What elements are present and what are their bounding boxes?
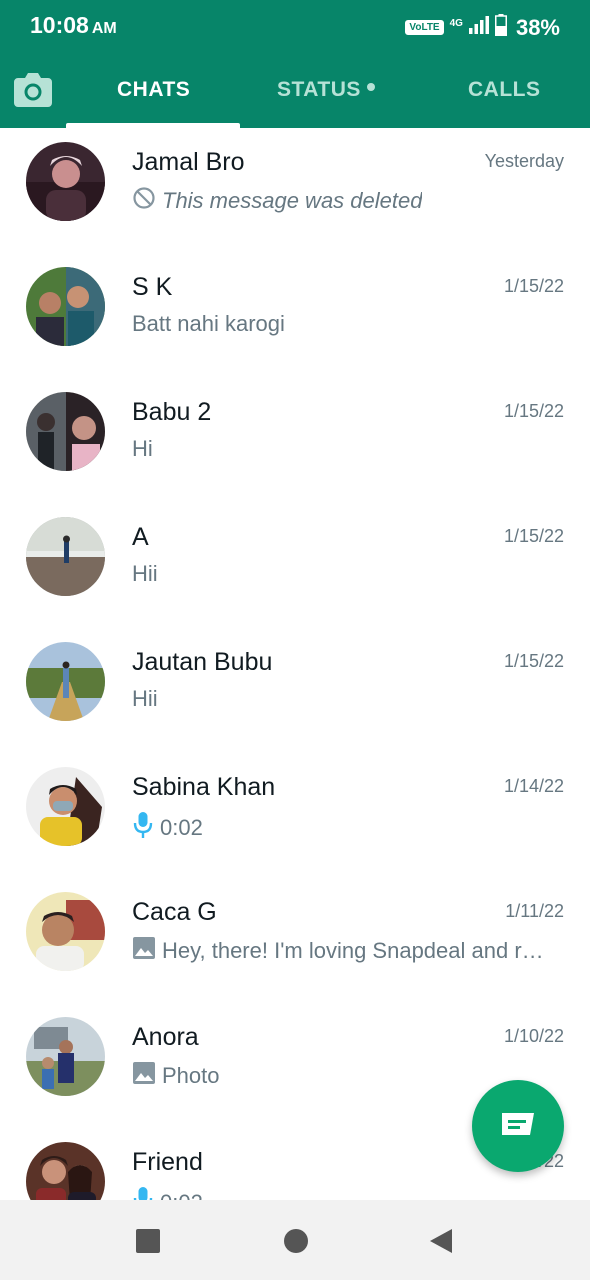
- avatar[interactable]: [26, 767, 105, 846]
- system-nav-bar: [0, 1200, 590, 1280]
- chat-preview-text: 0:02: [160, 1190, 203, 1200]
- avatar[interactable]: [26, 1017, 105, 1096]
- avatar[interactable]: [26, 517, 105, 596]
- mic-icon: [132, 811, 154, 845]
- avatar[interactable]: [26, 1142, 105, 1200]
- deleted-icon: [132, 186, 156, 216]
- chat-name: Jamal Bro: [132, 148, 245, 176]
- chat-date: 1/15/22: [503, 526, 564, 546]
- chat-row[interactable]: Caca G 1/11/22 Hey, there! I'm loving Sn…: [0, 878, 590, 1003]
- battery-percent: 38%: [515, 14, 560, 40]
- image-icon: [132, 936, 156, 966]
- chat-date: 1/15/22: [503, 276, 564, 296]
- camera-icon[interactable]: [12, 70, 54, 110]
- chat-date: 1/10/22: [503, 1026, 564, 1046]
- chat-date: 1/14/22: [503, 776, 564, 796]
- avatar[interactable]: [26, 267, 105, 346]
- chat-row[interactable]: Jautan Bubu 1/15/22 Hii: [0, 628, 590, 753]
- status-update-dot: [366, 83, 375, 92]
- chat-preview-text: Hii: [132, 561, 158, 586]
- avatar[interactable]: [26, 142, 105, 221]
- chat-preview: This message was deleted: [132, 186, 552, 216]
- chat-preview: Hii: [132, 686, 552, 712]
- battery-icon: [494, 14, 507, 41]
- chat-name: Anora: [132, 1023, 199, 1051]
- chat-row[interactable]: A 1/15/22 Hii: [0, 503, 590, 628]
- tab-chats[interactable]: CHATS: [117, 78, 190, 102]
- back-icon[interactable]: [428, 1228, 454, 1259]
- chat-name: Sabina Khan: [132, 773, 276, 801]
- recents-icon[interactable]: [135, 1228, 161, 1259]
- tab-calls[interactable]: CALLS: [468, 78, 541, 102]
- chat-name: Jautan Bubu: [132, 648, 273, 676]
- chat-preview: 0:02: [132, 1186, 552, 1200]
- chat-preview-text: Batt nahi karogi: [132, 311, 285, 336]
- avatar[interactable]: [26, 642, 105, 721]
- status-bar: 10:08 AM VoLTE 4G 38%: [0, 0, 590, 52]
- chat-row[interactable]: Jamal Bro Yesterday This message was del…: [0, 128, 590, 253]
- chat-date: Yesterday: [484, 151, 564, 171]
- chat-preview: Batt nahi karogi: [132, 311, 552, 337]
- chat-date: 1/15/22: [503, 401, 564, 421]
- chat-preview-text: Photo: [162, 1063, 220, 1088]
- status-ampm: AM: [91, 20, 117, 37]
- chat-name: Friend: [132, 1148, 203, 1176]
- tab-bar: CHATS STATUS CALLS: [0, 52, 590, 128]
- chat-date: 1/11/22: [505, 901, 564, 921]
- network-type: 4G: [449, 17, 463, 29]
- mic-icon: [132, 1186, 154, 1200]
- chat-list: Jamal Bro Yesterday This message was del…: [0, 128, 590, 1200]
- chat-preview: 0:02: [132, 811, 552, 845]
- avatar[interactable]: [26, 892, 105, 971]
- chat-preview: Hii: [132, 561, 552, 587]
- chat-preview-text: Hey, there! I'm loving Snapdeal and reco…: [162, 938, 552, 963]
- image-icon: [132, 1061, 156, 1091]
- chat-date: 1/15/22: [503, 651, 564, 671]
- chat-preview-text: 0:02: [160, 815, 203, 840]
- chat-name: A: [132, 523, 149, 551]
- chat-name: Babu 2: [132, 398, 212, 426]
- tab-status[interactable]: STATUS: [277, 78, 375, 102]
- chat-preview: Hey, there! I'm loving Snapdeal and reco…: [132, 936, 552, 966]
- avatar[interactable]: [26, 392, 105, 471]
- chat-preview-text: Hi: [132, 436, 153, 461]
- status-icons: VoLTE 4G 38%: [405, 14, 560, 41]
- app-bar: 10:08 AM VoLTE 4G 38% CHATS STATUS CALLS: [0, 0, 590, 128]
- chat-row[interactable]: S K 1/15/22 Batt nahi karogi: [0, 253, 590, 378]
- chat-name: Caca G: [132, 898, 217, 926]
- chat-name: S K: [132, 273, 173, 301]
- new-chat-button[interactable]: [472, 1080, 564, 1172]
- chat-row[interactable]: Babu 2 1/15/22 Hi: [0, 378, 590, 503]
- tab-status-label: STATUS: [277, 78, 361, 101]
- volte-badge: VoLTE: [405, 20, 444, 35]
- chat-preview-text: Hii: [132, 686, 158, 711]
- chat-row[interactable]: Sabina Khan 1/14/22 0:02: [0, 753, 590, 878]
- status-time: 10:08 AM: [30, 12, 117, 38]
- signal-icon: [468, 16, 489, 39]
- chat-preview-text: This message was deleted: [162, 188, 423, 213]
- chat-preview: Photo: [132, 1061, 552, 1091]
- chat-preview: Hi: [132, 436, 552, 462]
- home-icon[interactable]: [283, 1228, 309, 1259]
- message-icon: [500, 1111, 536, 1142]
